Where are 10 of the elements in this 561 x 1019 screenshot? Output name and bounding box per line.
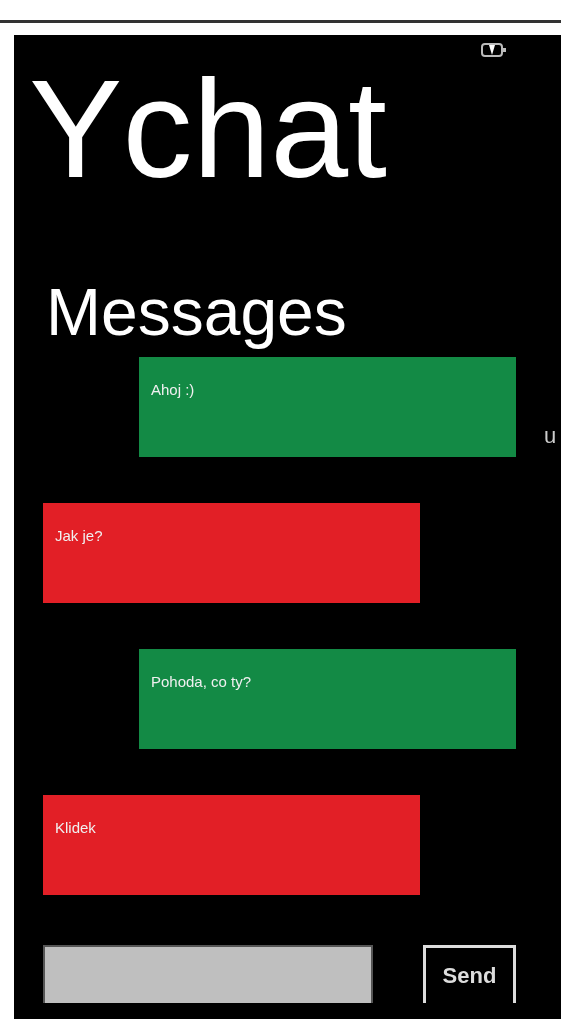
page-title: Messages <box>46 279 347 351</box>
message-bubble: Ahoj :) <box>139 357 516 457</box>
message-bubble: Pohoda, co ty? <box>139 649 516 749</box>
send-button[interactable]: Send <box>423 945 516 1003</box>
message-input[interactable] <box>43 945 373 1003</box>
message-bubble: Jak je? <box>43 503 420 603</box>
app-title: Ychat <box>29 59 387 209</box>
battery-icon <box>481 43 507 57</box>
next-page-title[interactable]: u <box>544 423 557 449</box>
message-bubble: Klidek <box>43 795 420 895</box>
